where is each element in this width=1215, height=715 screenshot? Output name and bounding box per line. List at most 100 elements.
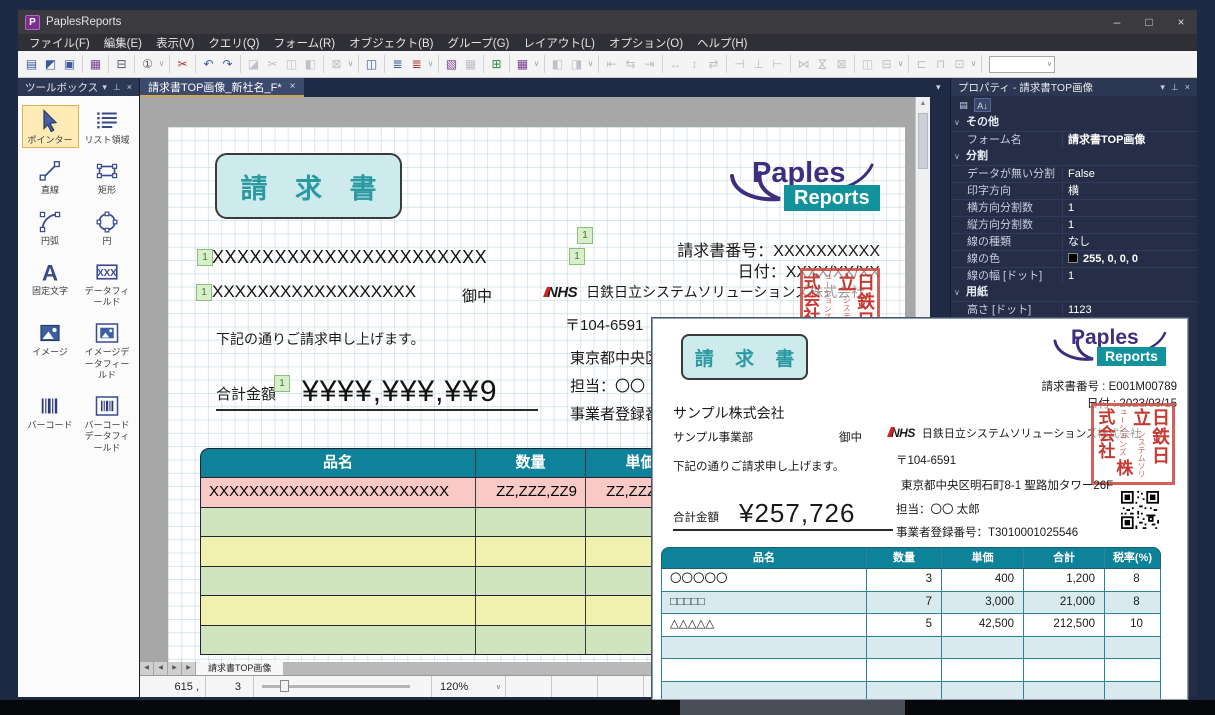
close-button[interactable]: × (1165, 10, 1197, 34)
panel-menu-icon[interactable]: ▾ (1157, 82, 1168, 93)
sheet-first-button[interactable]: ◀ (140, 662, 154, 675)
list-delete-icon[interactable]: ≣ (407, 54, 426, 74)
space-horizontal-icon[interactable]: ↔ (666, 54, 685, 74)
prop-row[interactable]: 印字方向 横 (951, 182, 1197, 199)
form-manager-icon[interactable]: ▦ (86, 54, 105, 74)
prop-row[interactable]: 縦方向分割数 1 (951, 216, 1197, 233)
tool-circle[interactable]: 円 (79, 206, 136, 249)
pitch-center-icon[interactable]: ⇆ (621, 54, 640, 74)
prop-row-form-name[interactable]: フォーム名 請求書TOP画像 (951, 131, 1197, 148)
toolbar-overflow-icon[interactable]: ∨ (586, 54, 595, 74)
design-total[interactable]: 合計金額 ¥¥¥¥,¥¥¥,¥¥9 (216, 367, 538, 411)
info-icon[interactable]: ① (138, 54, 157, 74)
prop-row-line-color[interactable]: 線の色 255, 0, 0, 0 (951, 250, 1197, 267)
tab-close-icon[interactable]: × (290, 81, 296, 92)
tool-barcode[interactable]: バーコード (22, 390, 79, 456)
fit-width-icon[interactable]: ⋈ (794, 54, 813, 74)
menu-help[interactable]: ヘルプ(H) (690, 34, 754, 52)
zoom-select[interactable]: 120%∨ (432, 676, 506, 697)
design-postal[interactable]: 〒104-6591 (565, 314, 643, 335)
menu-layout[interactable]: レイアウト(L) (516, 34, 602, 52)
taskbar[interactable] (0, 700, 1215, 715)
slider-thumb[interactable] (280, 680, 289, 692)
close-icon[interactable]: × (124, 82, 135, 92)
paples-logo[interactable]: Paples Reports (718, 158, 882, 216)
tool-barcode-data-field[interactable]: バーコードデータフィールド (79, 390, 136, 456)
pitch-left-icon[interactable]: ⇤ (602, 54, 621, 74)
toolbar-overflow-icon[interactable]: ∨ (532, 54, 541, 74)
undo-icon[interactable]: ↶ (199, 54, 218, 74)
menu-file[interactable]: ファイル(F) (22, 34, 97, 52)
taskbar-item[interactable] (680, 700, 905, 715)
table-icon[interactable]: ▦ (513, 54, 532, 74)
sheet-next-button[interactable]: ▶ (168, 662, 182, 675)
design-tanto[interactable]: 担当：〇〇 (570, 375, 645, 396)
object-manager-icon[interactable]: ▧ (442, 54, 461, 74)
pin-icon[interactable]: ⊥ (1168, 82, 1182, 93)
zoom-slider[interactable] (254, 676, 432, 697)
tool-line[interactable]: 直線 (22, 155, 79, 198)
scroll-up-icon[interactable]: ▲ (916, 97, 930, 111)
design-customer-field[interactable]: XXXXXXXXXXXXXXXXXXXXXX (212, 247, 487, 268)
toolbar-overflow-icon[interactable]: ∨ (969, 54, 978, 74)
prop-section[interactable]: 用紙 (951, 284, 1197, 301)
align-left-icon[interactable]: ⊣ (730, 54, 749, 74)
sheet-last-button[interactable]: ▶ (182, 662, 196, 675)
tool-rectangle[interactable]: 矩形 (79, 155, 136, 198)
pitch-right-icon[interactable]: ⇥ (640, 54, 659, 74)
cut-region-icon[interactable]: ✂ (173, 54, 192, 74)
prop-row[interactable]: 線の幅 [ドット] 1 (951, 267, 1197, 284)
pin-icon[interactable]: ⊥ (110, 82, 124, 93)
design-greeting[interactable]: 下記の通りご請求申し上げます。 (216, 329, 425, 349)
list-insert-icon[interactable]: ≣ (388, 54, 407, 74)
toolbar-overflow-icon[interactable]: ∨ (346, 54, 355, 74)
prop-row[interactable]: 線の種類 なし (951, 233, 1197, 250)
menu-query[interactable]: クエリ(Q) (201, 34, 266, 52)
menu-form[interactable]: フォーム(R) (266, 34, 342, 52)
object-edit-icon[interactable]: ▦ (461, 54, 480, 74)
copy-icon[interactable]: ◫ (282, 54, 301, 74)
new-form-icon[interactable]: ▤ (22, 54, 41, 74)
design-onchu-label[interactable]: 御中 (462, 285, 492, 306)
center-horizontal-icon[interactable]: ◫ (858, 54, 877, 74)
tool-arc[interactable]: 円弧 (22, 206, 79, 249)
prop-row[interactable]: データが無い分割 False (951, 165, 1197, 182)
alphabetical-sort-icon[interactable]: A↓ (974, 98, 991, 112)
tool-data-field[interactable]: XXX データフィールド (79, 256, 136, 311)
bring-front-icon[interactable]: ◧ (548, 54, 567, 74)
fit-both-icon[interactable]: ⊠ (832, 54, 851, 74)
menu-edit[interactable]: 編集(E) (97, 34, 149, 52)
fit-height-icon[interactable]: ⋈ (813, 55, 833, 74)
prop-section[interactable]: 分割 (951, 148, 1197, 165)
maximize-button[interactable]: □ (1133, 10, 1165, 34)
document-tab[interactable]: 請求書TOP画像_新社名_F* × (140, 78, 304, 97)
prop-row[interactable]: 横方向分割数 1 (951, 199, 1197, 216)
cut-icon[interactable]: ✂ (263, 54, 282, 74)
toolbar-overflow-icon[interactable]: ∨ (896, 54, 905, 74)
minimize-button[interactable]: – (1101, 10, 1133, 34)
toolbar-overflow-icon[interactable]: ∨ (157, 54, 166, 74)
close-icon[interactable]: × (1182, 82, 1193, 92)
same-size-icon[interactable]: ⊡ (950, 54, 969, 74)
tool-list-area[interactable]: リスト領域 (79, 105, 136, 148)
prop-section[interactable]: その他 (951, 114, 1197, 131)
toolbar-overflow-icon[interactable]: ∨ (426, 54, 435, 74)
delete-icon[interactable]: ⊠ (327, 54, 346, 74)
print-icon[interactable]: ⊟ (112, 54, 131, 74)
open-form-icon[interactable]: ◩ (41, 54, 60, 74)
sheet-prev-button[interactable]: ◀ (154, 662, 168, 675)
menu-group[interactable]: グループ(G) (440, 34, 516, 52)
align-center-icon[interactable]: ⊥ (749, 54, 768, 74)
tool-pointer[interactable]: ポインター (22, 105, 79, 148)
categorized-icon[interactable]: ▤ (955, 98, 972, 112)
align-right-icon[interactable]: ⊢ (768, 54, 787, 74)
scrollbar-thumb[interactable] (918, 113, 928, 169)
paste-as-icon[interactable]: ◪ (244, 54, 263, 74)
design-title-box[interactable]: 請 求 書 (215, 153, 402, 219)
space-zero-icon[interactable]: ⇄ (704, 54, 723, 74)
field-pitch-icon[interactable]: ◫ (362, 54, 381, 74)
dock-menu-arrow-icon[interactable]: ▾ (936, 82, 941, 93)
menu-option[interactable]: オプション(O) (602, 34, 690, 52)
toolbar-combo[interactable]: ∨ (989, 56, 1055, 73)
group-icon[interactable]: ⊞ (487, 54, 506, 74)
